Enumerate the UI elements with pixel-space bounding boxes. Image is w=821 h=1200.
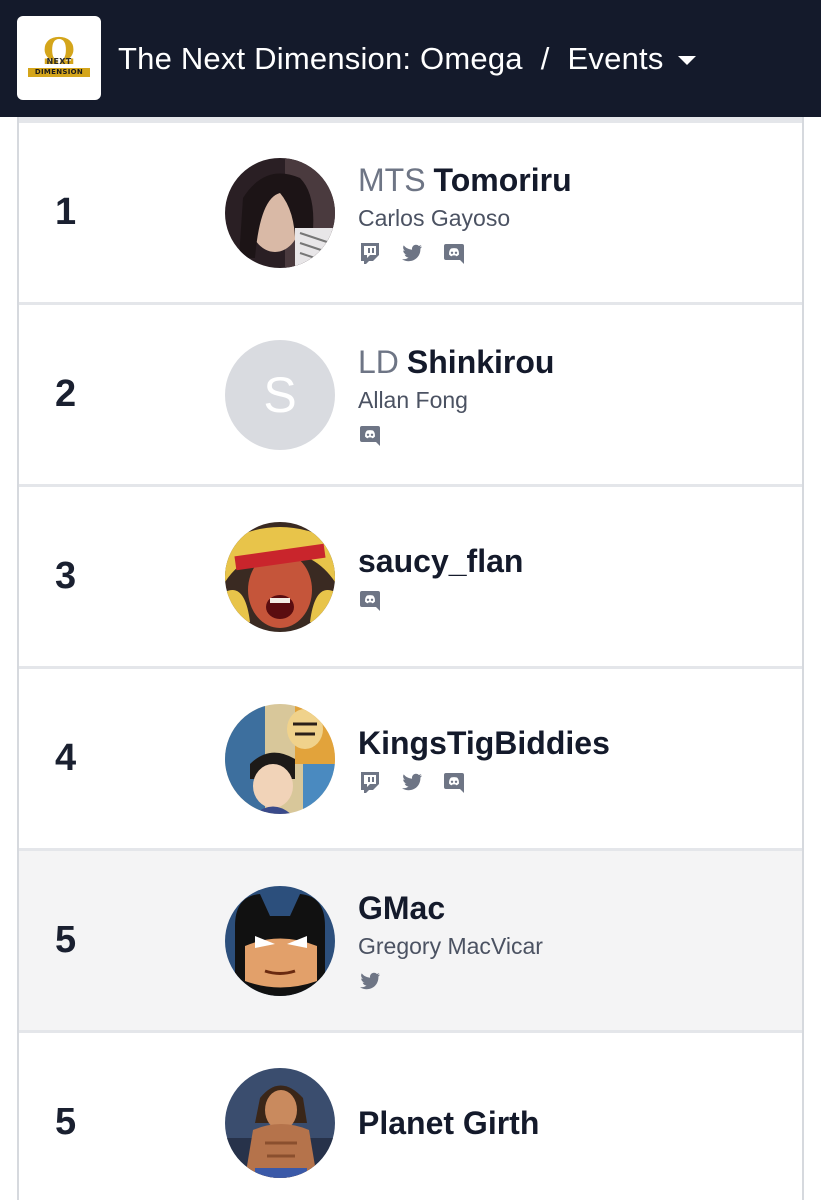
placement-rank: 4 <box>55 737 77 779</box>
placement-rank: 5 <box>55 1101 77 1143</box>
standing-row[interactable]: 5 Planet Girth <box>19 1033 802 1200</box>
real-name: Carlos Gayoso <box>358 204 511 231</box>
twitch-icon[interactable] <box>358 770 382 794</box>
avatar[interactable]: S <box>225 340 335 450</box>
standings-list: 1 MTS Tomoriru Carlos Gayoso 2 S LD Shin… <box>17 117 804 1200</box>
standing-row[interactable]: 5 GMac Gregory MacVicar <box>19 851 802 1030</box>
discord-icon[interactable] <box>442 770 466 794</box>
logo-text-top: NEXT <box>46 57 72 66</box>
twitter-icon[interactable] <box>400 241 424 265</box>
tag-text: Shinkirou <box>406 343 555 380</box>
placement-rank: 5 <box>55 919 77 961</box>
team-prefix: LD <box>358 343 399 380</box>
gamer-tag[interactable]: MTS Tomoriru <box>358 160 572 200</box>
placement-rank: 1 <box>55 191 77 233</box>
avatar[interactable] <box>225 1068 335 1178</box>
breadcrumb-separator: / <box>540 40 550 76</box>
section-dropdown-label: Events <box>567 40 664 76</box>
omega-logo-icon: Ω NEXT DIMENSION <box>28 33 90 81</box>
standing-row[interactable]: 4 KingsTigBiddies <box>19 669 802 848</box>
standing-row[interactable]: 1 MTS Tomoriru Carlos Gayoso <box>19 123 802 302</box>
tag-text: Tomoriru <box>433 161 572 198</box>
caret-down-icon <box>677 56 696 65</box>
gamer-tag[interactable]: saucy_flan <box>358 541 523 581</box>
avatar[interactable] <box>225 886 335 996</box>
placement-rank: 2 <box>55 373 77 415</box>
gamer-tag[interactable]: Planet Girth <box>358 1103 539 1143</box>
twitch-icon[interactable] <box>358 241 382 265</box>
placement-rank: 3 <box>55 555 77 597</box>
avatar[interactable] <box>225 522 335 632</box>
avatar[interactable] <box>225 158 335 268</box>
section-dropdown[interactable]: Events <box>568 41 696 77</box>
logo-text-bottom: DIMENSION <box>28 68 90 77</box>
real-name: Gregory MacVicar <box>358 932 543 959</box>
avatar-letter: S <box>263 367 297 423</box>
discord-icon[interactable] <box>442 241 466 265</box>
avatar[interactable] <box>225 704 335 814</box>
real-name: Allan Fong <box>358 386 468 413</box>
standing-row[interactable]: 3 saucy_flan <box>19 487 802 666</box>
event-logo[interactable]: Ω NEXT DIMENSION <box>17 16 101 100</box>
breadcrumb: The Next Dimension: Omega / Events <box>118 0 696 117</box>
discord-icon[interactable] <box>358 588 382 612</box>
twitter-icon[interactable] <box>400 770 424 794</box>
gamer-tag[interactable]: LD Shinkirou <box>358 342 554 382</box>
team-prefix: MTS <box>358 161 426 198</box>
discord-icon[interactable] <box>358 423 382 447</box>
standing-row[interactable]: 2 S LD Shinkirou Allan Fong <box>19 305 802 484</box>
gamer-tag[interactable]: GMac <box>358 888 543 928</box>
top-navigation-bar: Ω NEXT DIMENSION The Next Dimension: Ome… <box>0 0 821 117</box>
gamer-tag[interactable]: KingsTigBiddies <box>358 723 610 763</box>
event-title-link[interactable]: The Next Dimension: Omega <box>118 41 523 77</box>
twitter-icon[interactable] <box>358 969 382 993</box>
